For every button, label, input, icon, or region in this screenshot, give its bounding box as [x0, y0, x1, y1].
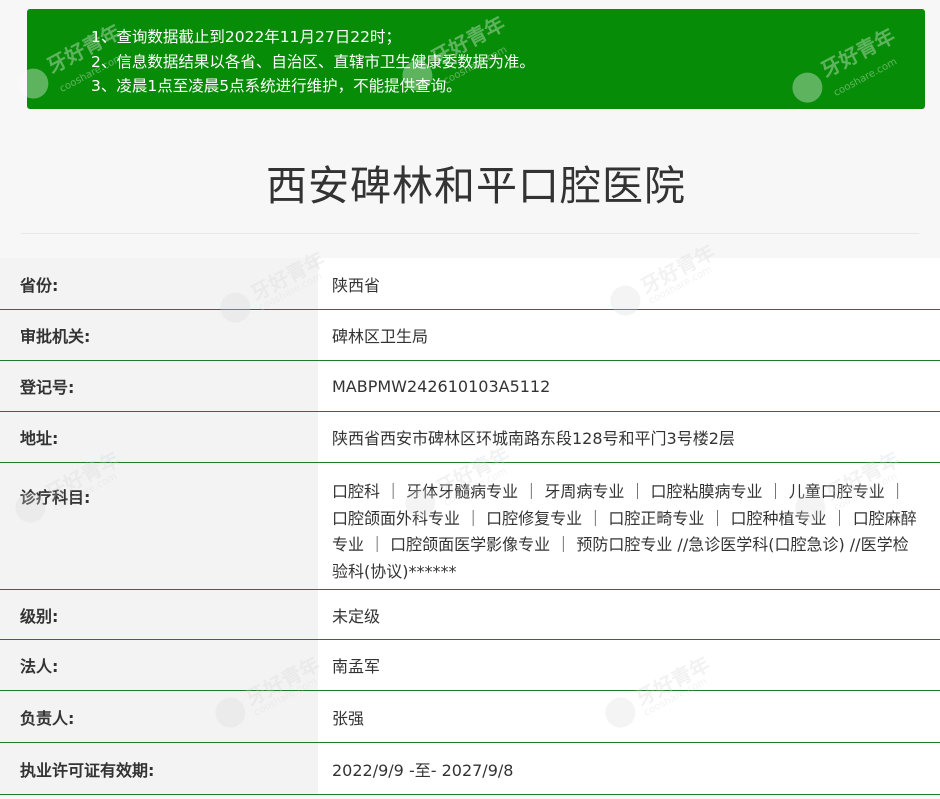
row-value: 南孟军 [318, 640, 940, 690]
row-label: 法人: [0, 640, 318, 690]
row-label: 执业许可证有效期: [0, 743, 318, 794]
table-row: 登记号: MABPMW242610103A5112 [0, 361, 940, 412]
notice-line-2: 2、信息数据结果以各省、自治区、直辖市卫生健康委数据为准。 [91, 52, 535, 71]
row-value: 口腔科 ｜ 牙体牙髓病专业 ｜ 牙周病专业 ｜ 口腔粘膜病专业 ｜ 儿童口腔专业… [318, 463, 940, 589]
row-value: 2022/9/9 -至- 2027/9/8 [318, 743, 940, 794]
title-divider [21, 233, 919, 234]
table-row: 执业许可证有效期: 2022/9/9 -至- 2027/9/8 [0, 743, 940, 795]
row-label: 省份: [0, 258, 318, 309]
row-label: 诊疗科目: [0, 463, 318, 589]
table-row: 负责人: 张强 [0, 691, 940, 743]
watermark-tooth-icon [13, 63, 54, 104]
row-label: 审批机关: [0, 310, 318, 360]
hospital-info-table: 省份: 陕西省 审批机关: 碑林区卫生局 登记号: MABPMW24261010… [0, 258, 940, 795]
page-title: 西安碑林和平口腔医院 [266, 162, 686, 210]
table-row: 诊疗科目: 口腔科 ｜ 牙体牙髓病专业 ｜ 牙周病专业 ｜ 口腔粘膜病专业 ｜ … [0, 463, 940, 590]
row-value: MABPMW242610103A5112 [318, 361, 940, 411]
page: 1、查询数据截止到2022年11月27日22时； 2、信息数据结果以各省、自治区… [0, 0, 940, 799]
row-value: 未定级 [318, 590, 940, 639]
row-value: 陕西省 [318, 258, 940, 309]
notice-line-1: 1、查询数据截止到2022年11月27日22时； [91, 28, 401, 46]
row-label: 地址: [0, 412, 318, 462]
row-value: 碑林区卫生局 [318, 310, 940, 360]
table-row: 地址: 陕西省西安市碑林区环城南路东段128号和平门3号楼2层 [0, 412, 940, 463]
row-label: 级别: [0, 590, 318, 639]
row-value: 张强 [318, 691, 940, 742]
table-row: 法人: 南孟军 [0, 640, 940, 691]
table-row: 省份: 陕西省 [0, 258, 940, 310]
table-row: 审批机关: 碑林区卫生局 [0, 310, 940, 361]
row-label: 负责人: [0, 691, 318, 742]
table-row: 级别: 未定级 [0, 590, 940, 640]
notice-banner: 1、查询数据截止到2022年11月27日22时； 2、信息数据结果以各省、自治区… [13, 9, 925, 109]
row-label: 登记号: [0, 361, 318, 411]
notice-line-3: 3、凌晨1点至凌晨5点系统进行维护，不能提供查询。 [91, 77, 462, 95]
row-value: 陕西省西安市碑林区环城南路东段128号和平门3号楼2层 [318, 412, 940, 462]
